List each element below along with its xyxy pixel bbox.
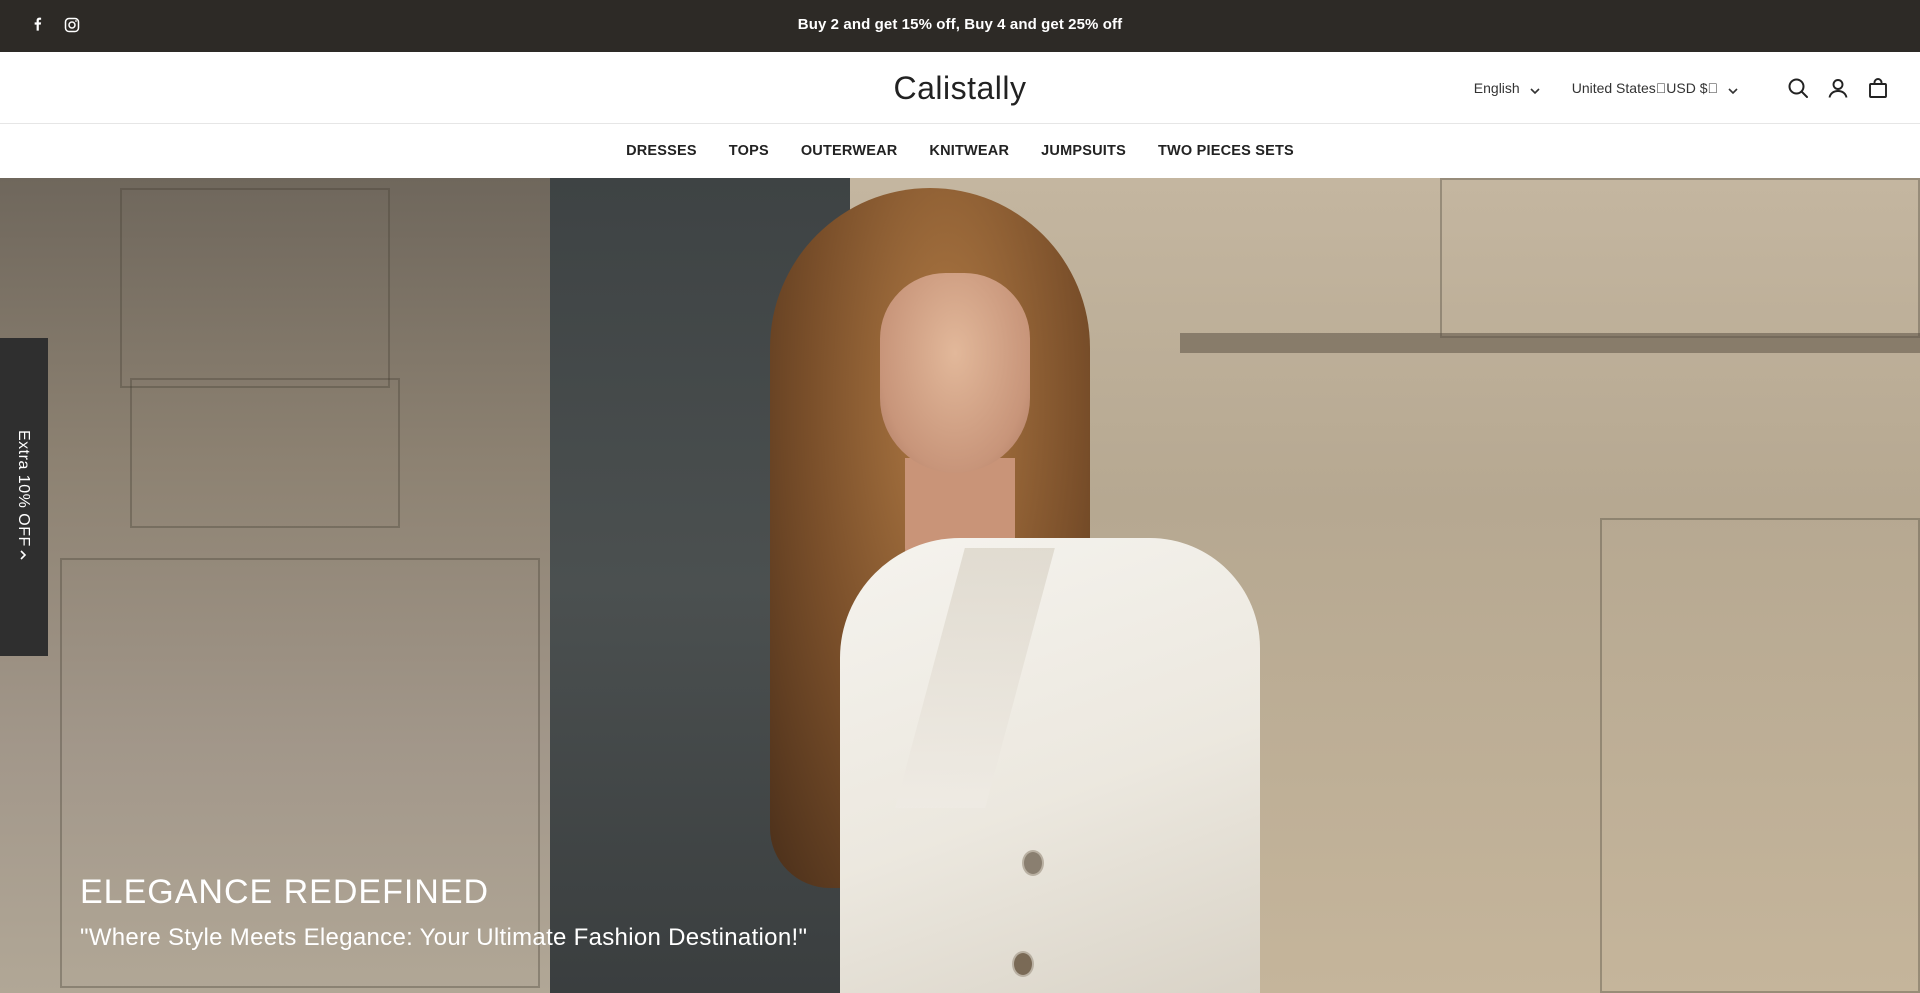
- hero-title: ELEGANCE REDEFINED: [80, 873, 490, 911]
- announcement-message: Buy 2 and get 15% off, Buy 4 and get 25%…: [797, 16, 1123, 33]
- nav-item-jumpsuits[interactable]: JUMPSUITS: [1041, 143, 1126, 159]
- language-selector[interactable]: English: [1474, 80, 1540, 96]
- model-face: [880, 273, 1030, 473]
- jacket-button: [1022, 850, 1044, 876]
- chevron-down-icon: [1530, 83, 1540, 95]
- jacket-button: [1012, 951, 1034, 977]
- header-actions: English United States USD $ : [1474, 52, 1890, 124]
- main-navigation: DRESSES TOPS OUTERWEAR KNITWEAR JUMPSUIT…: [0, 124, 1920, 178]
- nav-item-outerwear[interactable]: OUTERWEAR: [801, 143, 898, 159]
- cart-icon[interactable]: [1866, 76, 1890, 100]
- hero-banner[interactable]: ELEGANCE REDEFINED "Where Style Meets El…: [0, 178, 1920, 993]
- hero-background-detail: [130, 378, 400, 528]
- nav-item-knitwear[interactable]: KNITWEAR: [929, 143, 1009, 159]
- site-header: Calistally English United States USD $ : [0, 52, 1920, 124]
- hero-background-detail: [120, 188, 390, 388]
- nav-item-dresses[interactable]: DRESSES: [626, 143, 697, 159]
- hero-background-detail: [1440, 178, 1920, 338]
- hero-model-image: [730, 188, 1310, 993]
- discount-tab-label: Extra 10% OFF: [15, 430, 32, 547]
- chevron-down-icon: [1728, 83, 1738, 95]
- country-currency-selector[interactable]: United States USD $ : [1572, 80, 1738, 96]
- model-jacket: [840, 538, 1260, 993]
- hero-background-detail: [1600, 518, 1920, 993]
- search-icon[interactable]: [1786, 76, 1810, 100]
- nav-item-tops[interactable]: TOPS: [729, 143, 769, 159]
- country-currency-label: United States USD $ : [1571, 80, 1718, 96]
- hero-text: ELEGANCE REDEFINED "Where Style Meets El…: [80, 873, 807, 952]
- account-icon[interactable]: [1826, 76, 1850, 100]
- announcement-bar: Buy 2 and get 15% off, Buy 4 and get 25%…: [0, 0, 1920, 52]
- chevron-right-icon: [17, 548, 29, 560]
- language-label: English: [1473, 80, 1520, 96]
- hero-subtitle: "Where Style Meets Elegance: Your Ultima…: [80, 924, 808, 951]
- nav-item-two-pieces-sets[interactable]: TWO PIECES SETS: [1158, 143, 1294, 159]
- discount-side-tab[interactable]: Extra 10% OFF: [0, 338, 48, 656]
